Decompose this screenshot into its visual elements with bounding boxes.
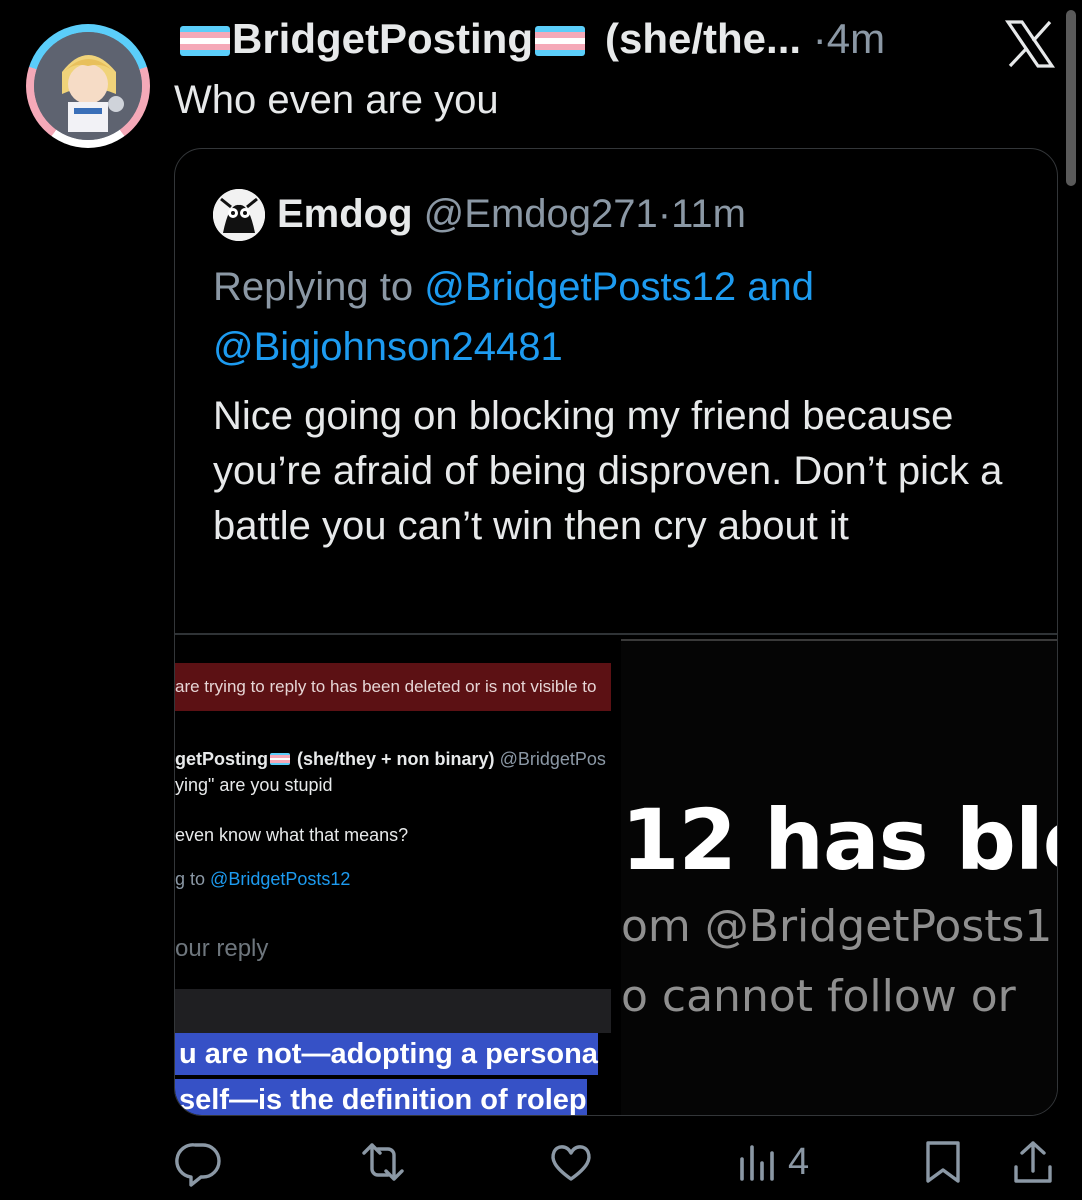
embedded-line: ying" are you stupid (175, 775, 333, 795)
embedded-handle: @BridgetPos (499, 749, 606, 769)
replying-to-label: Replying to (213, 265, 414, 309)
repost-button[interactable] (358, 1130, 408, 1194)
embedded-name: getPosting (175, 749, 268, 769)
separator-dot: · (812, 15, 827, 62)
reply-button[interactable] (174, 1130, 224, 1194)
scrollbar[interactable] (1066, 10, 1076, 186)
embedded-pronouns: (she/they + non binary) (297, 749, 495, 769)
blocked-subtext: o cannot follow or (621, 971, 1016, 1022)
share-icon (1014, 1141, 1052, 1183)
blocked-subtext: om @BridgetPosts1 (621, 901, 1053, 952)
bookmark-button[interactable] (918, 1130, 968, 1194)
mention-link[interactable]: @Bigjohnson24481 (213, 325, 563, 369)
blocked-heading: 12 has bloc (621, 791, 1057, 889)
like-button[interactable] (546, 1130, 596, 1194)
separator-dot: · (657, 192, 672, 236)
quoted-display-name[interactable]: Emdog (277, 192, 413, 236)
embedded-post-header: getPosting (she/they + non binary) @Brid… (175, 749, 606, 770)
post-time[interactable]: 4m (827, 15, 885, 62)
action-bar: 4 (174, 1130, 1056, 1194)
quoted-post-card[interactable]: Emdog @Emdog271·11m Replying to @Bridget… (174, 148, 1058, 1116)
post-header: BridgetPosting (she/the... ·4m (178, 14, 885, 64)
author-avatar[interactable] (26, 24, 150, 148)
like-icon (551, 1145, 591, 1181)
post-text: Who even are you (174, 78, 499, 122)
embedded-reply-to: g to @BridgetPosts12 (175, 869, 350, 890)
quoted-time: 11m (671, 192, 746, 236)
share-button[interactable] (1008, 1130, 1058, 1194)
trans-flag-icon (180, 26, 230, 56)
views-icon (740, 1145, 774, 1181)
x-logo-icon[interactable] (1000, 14, 1060, 74)
author-display-name[interactable]: BridgetPosting (232, 15, 533, 62)
embedded-mention: @BridgetPosts12 (210, 869, 351, 889)
author-handle[interactable]: (she/the... (605, 15, 801, 62)
attached-image-right[interactable]: 12 has bloc om @BridgetPosts1 o cannot f… (621, 641, 1057, 1115)
quoted-avatar[interactable] (213, 189, 265, 241)
avatar-image (34, 32, 142, 140)
trans-flag-icon (270, 753, 290, 765)
selected-text: u are not—adopting a persona (175, 1033, 598, 1075)
error-banner: are trying to reply to has been deleted … (175, 663, 611, 711)
views-button[interactable]: 4 (732, 1130, 809, 1194)
embedded-line: even know what that means? (175, 825, 409, 845)
replying-to-line: Replying to @BridgetPosts12 and @Bigjohn… (213, 257, 1033, 377)
attached-image-left[interactable]: are trying to reply to has been deleted … (175, 635, 611, 1115)
quoted-text: Nice going on blocking my friend because… (213, 394, 1003, 548)
quoted-header: Emdog @Emdog271·11m (277, 187, 746, 241)
embedded-reply-placeholder: our reply (175, 935, 269, 962)
views-count: 4 (788, 1140, 810, 1183)
reply-icon (175, 1143, 221, 1187)
embedded-gray-bar (175, 989, 611, 1033)
replying-and: and (747, 265, 814, 309)
repost-icon (362, 1143, 404, 1181)
quoted-handle[interactable]: @Emdog271 (424, 192, 658, 236)
trans-flag-icon (535, 26, 585, 56)
embedded-reply-label: g to (175, 869, 206, 889)
bookmark-icon (926, 1141, 960, 1183)
mention-link[interactable]: @BridgetPosts12 (424, 265, 736, 309)
selected-text: self—is the definition of rolep (175, 1079, 587, 1115)
